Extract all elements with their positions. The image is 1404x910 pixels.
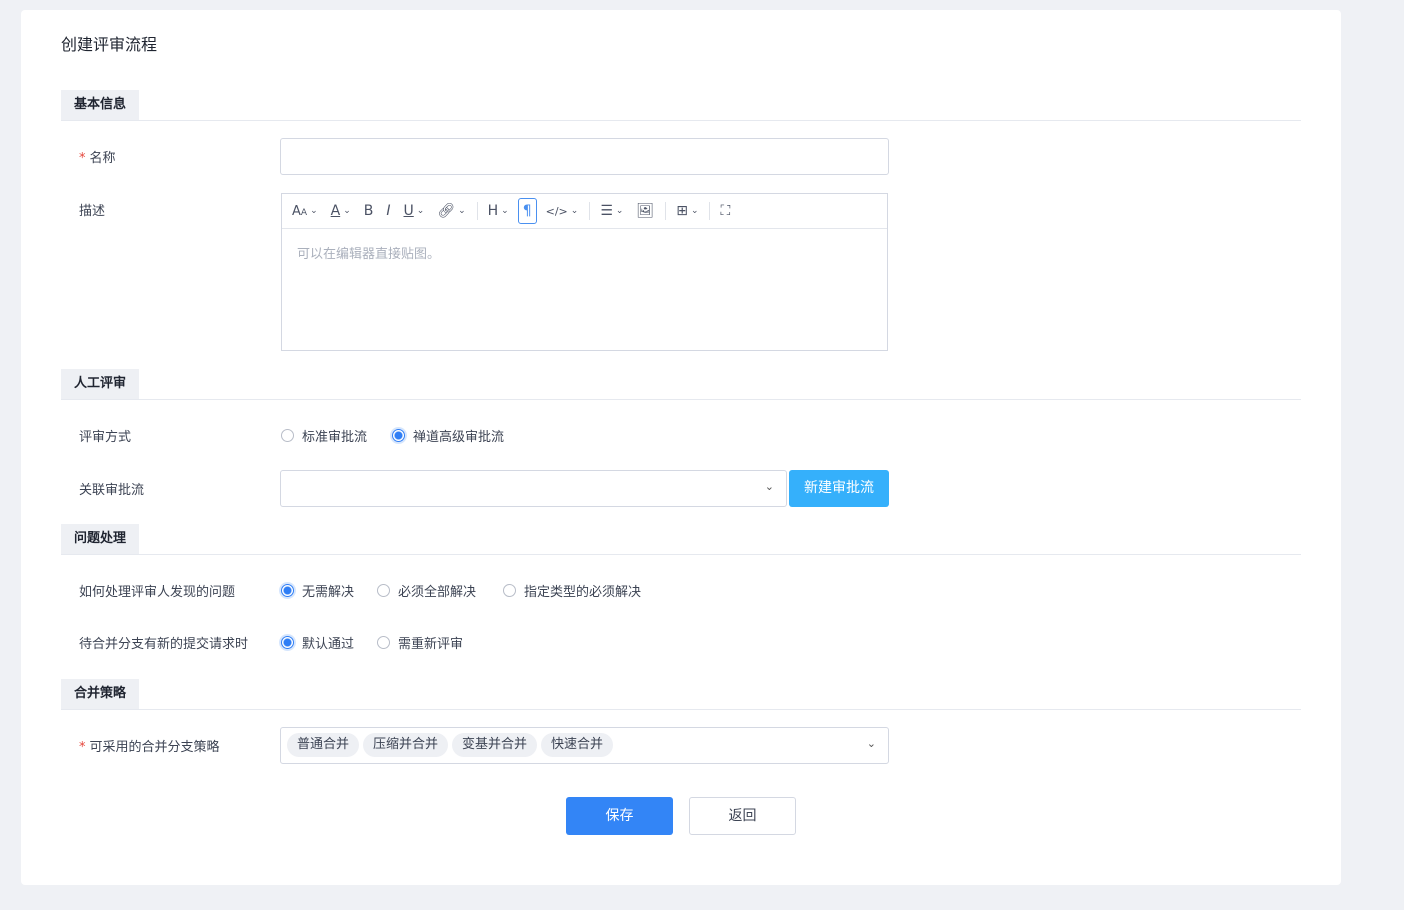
link-icon[interactable]: 🔗︎ ⌄ — [433, 198, 469, 224]
chevron-down-icon: ⌄ — [866, 737, 876, 750]
font-size-icon[interactable]: AA ⌄ — [288, 198, 322, 224]
section-issues: 问题处理 — [61, 524, 1301, 555]
editor-toolbar: AA ⌄ A ⌄ B I U ⌄ 🔗︎ ⌄ H ⌄ ¶ </> ⌄ ☰ ⌄ 🖼︎ ⊞ ⌄ ⛶ — [282, 194, 887, 229]
strategy-tag[interactable]: 快速合并 — [541, 733, 614, 757]
description-editor[interactable]: AA ⌄ A ⌄ B I U ⌄ 🔗︎ ⌄ H ⌄ ¶ </> ⌄ ☰ ⌄ 🖼︎ ⊞ ⌄ ⛶ 可… — [281, 193, 888, 351]
review-mode-label: 评审方式 — [79, 430, 132, 445]
section-title: 合并策略 — [61, 679, 140, 709]
heading-icon[interactable]: H ⌄ — [484, 198, 513, 224]
section-merge: 合并策略 — [61, 679, 1301, 710]
italic-icon[interactable]: I — [382, 198, 394, 224]
newcommit-label: 待合并分支有新的提交请求时 — [79, 637, 249, 652]
name-label: * 名称 — [79, 151, 116, 166]
issue-label: 如何处理评审人发现的问题 — [79, 585, 236, 600]
save-button[interactable]: 保存 — [566, 797, 673, 835]
section-title: 人工评审 — [61, 369, 140, 399]
page-title: 创建评审流程 — [61, 35, 158, 54]
code-icon[interactable]: </> ⌄ — [542, 198, 583, 224]
font-color-icon[interactable]: A ⌄ — [327, 198, 355, 224]
section-manual: 人工评审 — [61, 369, 1301, 400]
back-button[interactable]: 返回 — [689, 797, 796, 835]
flow-select[interactable]: ⌄ — [280, 470, 787, 507]
fullscreen-icon[interactable]: ⛶ — [716, 198, 734, 224]
flow-label: 关联审批流 — [79, 483, 145, 498]
table-icon[interactable]: ⊞ ⌄ — [672, 198, 702, 224]
strategy-tag[interactable]: 压缩并合并 — [363, 733, 449, 757]
radio-resolve-all[interactable]: 必须全部解决 — [377, 581, 476, 600]
paragraph-icon[interactable]: ¶ — [517, 198, 537, 224]
underline-icon[interactable]: U ⌄ — [400, 198, 429, 224]
image-icon[interactable]: 🖼︎ — [632, 198, 658, 224]
radio-advanced-flow[interactable]: 禅道高级审批流 — [392, 426, 504, 445]
new-flow-button[interactable]: 新建审批流 — [789, 470, 889, 507]
desc-label: 描述 — [79, 204, 106, 219]
strategy-tag[interactable]: 变基并合并 — [452, 733, 538, 757]
section-title: 基本信息 — [61, 90, 140, 120]
radio-rereview[interactable]: 需重新评审 — [377, 633, 463, 652]
strategy-tag[interactable]: 普通合并 — [287, 733, 360, 757]
editor-placeholder: 可以在编辑器直接贴图。 — [297, 247, 441, 262]
chevron-down-icon: ⌄ — [764, 480, 774, 493]
name-input[interactable] — [280, 138, 889, 175]
radio-no-resolve[interactable]: 无需解决 — [281, 581, 354, 600]
bold-icon[interactable]: B — [360, 198, 378, 224]
form-card: 创建评审流程 基本信息 * 名称 描述 AA ⌄ A ⌄ B I U ⌄ 🔗︎ ⌄ H ⌄ … — [21, 10, 1341, 885]
section-title: 问题处理 — [61, 524, 140, 554]
strategy-select[interactable]: 普通合并 压缩并合并 变基并合并 快速合并 ⌄ — [280, 727, 889, 764]
radio-standard-flow[interactable]: 标准审批流 — [281, 426, 367, 445]
section-basic: 基本信息 — [61, 90, 1301, 121]
radio-default-pass[interactable]: 默认通过 — [281, 633, 354, 652]
radio-resolve-types[interactable]: 指定类型的必须解决 — [503, 581, 641, 600]
strategy-label: * 可采用的合并分支策略 — [79, 740, 220, 755]
list-icon[interactable]: ☰ ⌄ — [596, 198, 627, 224]
